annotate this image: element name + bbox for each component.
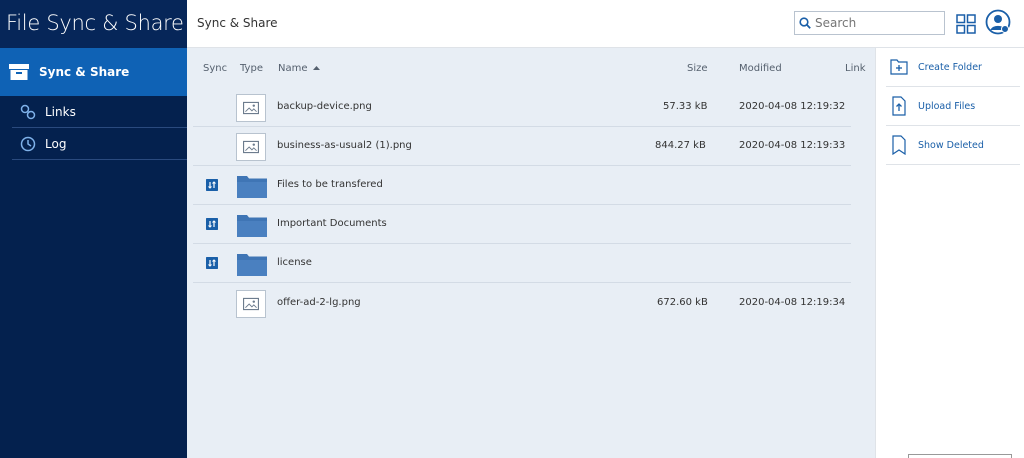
column-header-name[interactable]: Name: [278, 63, 320, 74]
sidebar-item-label: Sync & Share: [39, 65, 130, 79]
upload-file-icon: [892, 96, 906, 116]
sidebar: File Sync & Share Sync & Share Links Log: [0, 0, 187, 458]
folder-name[interactable]: Files to be transfered: [277, 179, 383, 190]
search-input[interactable]: [815, 16, 935, 30]
file-name[interactable]: backup-device.png: [277, 101, 372, 112]
breadcrumb: Sync & Share: [197, 16, 278, 30]
footer-tab[interactable]: [908, 454, 1012, 458]
column-header-type[interactable]: Type: [240, 63, 263, 74]
header: Sync & Share: [187, 0, 1024, 48]
file-size: 57.33 kB: [663, 101, 708, 112]
column-header-name-label: Name: [278, 63, 308, 74]
file-size: 844.27 kB: [655, 140, 706, 151]
search-box[interactable]: [794, 11, 945, 35]
clock-icon: [20, 136, 36, 151]
search-icon: [799, 17, 811, 29]
folder-icon: [237, 254, 267, 276]
column-header-modified[interactable]: Modified: [739, 63, 782, 74]
file-modified: 2020-04-08 12:19:33: [739, 140, 846, 151]
table-row[interactable]: offer-ad-2-lg.png 672.60 kB 2020-04-08 1…: [193, 284, 851, 323]
upload-files-button[interactable]: Upload Files: [886, 87, 1020, 126]
table-row[interactable]: backup-device.png 57.33 kB 2020-04-08 12…: [193, 88, 851, 127]
file-modified: 2020-04-08 12:19:34: [739, 297, 846, 308]
folder-name[interactable]: license: [277, 257, 312, 268]
folder-icon: [237, 176, 267, 198]
action-label: Show Deleted: [918, 139, 984, 151]
sidebar-item-label: Links: [45, 104, 76, 119]
folder-icon: [237, 215, 267, 237]
file-size: 672.60 kB: [657, 297, 708, 308]
grid-view-icon[interactable]: [956, 14, 976, 34]
file-name[interactable]: offer-ad-2-lg.png: [277, 297, 361, 308]
folder-name[interactable]: Important Documents: [277, 218, 387, 229]
column-header-link[interactable]: Link: [845, 63, 865, 74]
sync-icon[interactable]: [206, 218, 218, 230]
user-avatar-icon[interactable]: [985, 9, 1011, 35]
file-modified: 2020-04-08 12:19:32: [739, 101, 846, 112]
image-file-icon: [236, 290, 266, 318]
table-row[interactable]: Important Documents: [193, 205, 851, 244]
file-name[interactable]: business-as-usual2 (1).png: [277, 140, 412, 151]
bookmark-file-icon: [892, 135, 906, 155]
action-label: Create Folder: [918, 61, 982, 73]
sync-icon[interactable]: [206, 257, 218, 269]
file-list: Sync Type Name Size Modified Link backup…: [187, 48, 875, 458]
create-folder-button[interactable]: Create Folder: [886, 48, 1020, 87]
link-icon: [20, 104, 36, 119]
sort-ascending-icon: [312, 66, 320, 70]
sidebar-item-sync-share[interactable]: Sync & Share: [0, 48, 187, 96]
column-header-sync[interactable]: Sync: [203, 63, 227, 74]
column-header-size[interactable]: Size: [687, 63, 708, 74]
folder-plus-icon: [890, 59, 908, 75]
image-file-icon: [236, 133, 266, 161]
image-file-icon: [236, 94, 266, 122]
table-row[interactable]: license: [193, 244, 851, 283]
table-row[interactable]: business-as-usual2 (1).png 844.27 kB 202…: [193, 127, 851, 166]
sidebar-item-links[interactable]: Links: [12, 96, 187, 128]
table-row[interactable]: Files to be transfered: [193, 166, 851, 205]
app-title: File Sync & Share: [0, 0, 187, 48]
sidebar-item-log[interactable]: Log: [12, 128, 187, 160]
actions-panel: Create Folder Upload Files Show Deleted: [875, 48, 1024, 458]
sidebar-item-label: Log: [45, 136, 67, 151]
archive-box-icon: [9, 64, 29, 80]
action-label: Upload Files: [918, 100, 976, 112]
show-deleted-button[interactable]: Show Deleted: [886, 126, 1020, 165]
sync-icon[interactable]: [206, 179, 218, 191]
